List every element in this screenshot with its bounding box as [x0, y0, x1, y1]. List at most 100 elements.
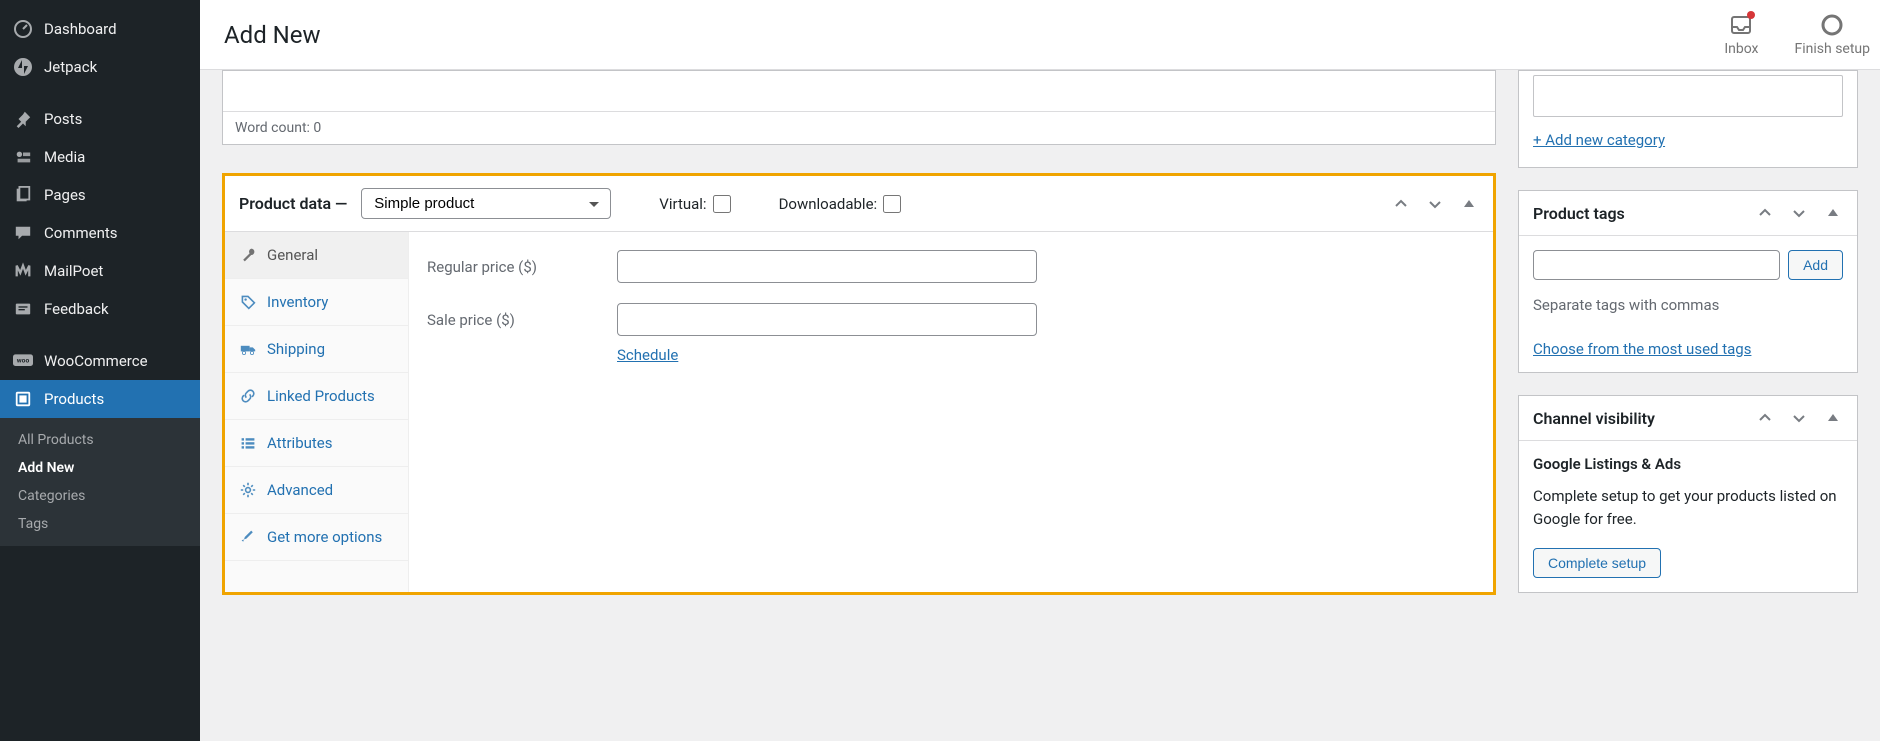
- product-data-tabs: General Inventory Shipping: [225, 232, 409, 592]
- downloadable-checkbox[interactable]: [883, 195, 901, 213]
- panel-down-icon[interactable]: [1789, 203, 1809, 223]
- add-new-category-link[interactable]: + Add new category: [1533, 131, 1665, 149]
- product-data-panel: Product data — Simple product Virtual:: [222, 173, 1496, 595]
- panel-up-icon[interactable]: [1391, 194, 1411, 214]
- product-categories-postbox: + Add new category: [1518, 70, 1858, 168]
- svg-text:woo: woo: [17, 357, 30, 365]
- circle-icon: [1820, 13, 1844, 37]
- comment-icon: [12, 222, 34, 244]
- channel-visibility-postbox: Channel visibility Google Listings & Ads…: [1518, 395, 1858, 593]
- tab-advanced[interactable]: Advanced: [225, 467, 408, 514]
- inbox-button[interactable]: Inbox: [1724, 13, 1758, 57]
- sidebar-label: Feedback: [44, 300, 109, 318]
- sidebar-sub-add-new[interactable]: Add New: [0, 454, 200, 482]
- mailpoet-icon: [12, 260, 34, 282]
- sidebar-sub-categories[interactable]: Categories: [0, 482, 200, 510]
- sidebar-label: Media: [44, 148, 85, 166]
- inbox-icon: [1729, 13, 1753, 37]
- tab-shipping[interactable]: Shipping: [225, 326, 408, 373]
- sale-price-input[interactable]: [617, 303, 1037, 336]
- product-tags-title: Product tags: [1533, 204, 1755, 223]
- regular-price-label: Regular price ($): [427, 250, 617, 276]
- product-tags-postbox: Product tags Add Separate tags with comm: [1518, 190, 1858, 373]
- finish-setup-button[interactable]: Finish setup: [1795, 13, 1871, 57]
- link-icon: [239, 387, 257, 405]
- google-listings-desc: Complete setup to get your products list…: [1533, 485, 1843, 530]
- page-title: Add New: [224, 21, 1724, 49]
- sidebar-label: Jetpack: [44, 58, 97, 76]
- schedule-link[interactable]: Schedule: [617, 346, 678, 364]
- wrench-icon: [239, 246, 257, 264]
- virtual-checkbox-label[interactable]: Virtual:: [659, 195, 730, 213]
- jetpack-icon: [12, 56, 34, 78]
- finish-setup-label: Finish setup: [1795, 41, 1871, 57]
- sidebar-item-comments[interactable]: Comments: [0, 214, 200, 252]
- editor-box: Word count: 0: [222, 70, 1496, 145]
- add-tag-button[interactable]: Add: [1788, 250, 1843, 280]
- tab-linked-products[interactable]: Linked Products: [225, 373, 408, 420]
- products-icon: [12, 388, 34, 410]
- media-icon: [12, 146, 34, 168]
- pin-icon: [12, 108, 34, 130]
- panel-toggle-icon[interactable]: [1823, 203, 1843, 223]
- sidebar-label: Comments: [44, 224, 118, 242]
- woocommerce-icon: woo: [12, 350, 34, 372]
- sidebar-item-woocommerce[interactable]: woo WooCommerce: [0, 342, 200, 380]
- tab-general[interactable]: General: [225, 232, 408, 279]
- tag-icon: [239, 293, 257, 311]
- panel-down-icon[interactable]: [1789, 408, 1809, 428]
- editor-body[interactable]: [223, 71, 1495, 111]
- sidebar-submenu-products: All Products Add New Categories Tags: [0, 418, 200, 546]
- google-listings-title: Google Listings & Ads: [1533, 455, 1843, 473]
- sidebar-label: Products: [44, 390, 104, 408]
- admin-sidebar: Dashboard Jetpack Posts Media Pages Comm…: [0, 0, 200, 741]
- choose-tags-link[interactable]: Choose from the most used tags: [1533, 340, 1751, 358]
- sidebar-item-mailpoet[interactable]: MailPoet: [0, 252, 200, 290]
- tab-get-more-options[interactable]: Get more options: [225, 514, 408, 561]
- complete-setup-button[interactable]: Complete setup: [1533, 548, 1661, 578]
- virtual-text: Virtual:: [659, 195, 706, 213]
- regular-price-input[interactable]: [617, 250, 1037, 283]
- sidebar-label: Pages: [44, 186, 86, 204]
- editor-word-count: Word count: 0: [223, 111, 1495, 144]
- sidebar-item-jetpack[interactable]: Jetpack: [0, 48, 200, 86]
- panel-up-icon[interactable]: [1755, 203, 1775, 223]
- panel-toggle-icon[interactable]: [1823, 408, 1843, 428]
- sidebar-label: MailPoet: [44, 262, 103, 280]
- sidebar-label: WooCommerce: [44, 352, 148, 370]
- product-data-title: Product data —: [239, 194, 347, 213]
- product-type-select[interactable]: Simple product: [361, 188, 611, 219]
- topbar: Add New Inbox Finish setup: [200, 0, 1880, 70]
- sidebar-item-feedback[interactable]: Feedback: [0, 290, 200, 328]
- sale-price-label: Sale price ($): [427, 303, 617, 329]
- sidebar-item-dashboard[interactable]: Dashboard: [0, 10, 200, 48]
- sidebar-item-products[interactable]: Products: [0, 380, 200, 418]
- brush-icon: [239, 528, 257, 546]
- list-icon: [239, 434, 257, 452]
- sidebar-sub-all-products[interactable]: All Products: [0, 426, 200, 454]
- sidebar-label: Posts: [44, 110, 82, 128]
- tag-input[interactable]: [1533, 250, 1780, 280]
- tab-attributes[interactable]: Attributes: [225, 420, 408, 467]
- feedback-icon: [12, 298, 34, 320]
- dashboard-icon: [12, 18, 34, 40]
- category-select-placeholder[interactable]: [1533, 75, 1843, 117]
- general-panel: Regular price ($) Sale price ($) Schedul…: [409, 232, 1493, 592]
- truck-icon: [239, 340, 257, 358]
- tab-inventory[interactable]: Inventory: [225, 279, 408, 326]
- panel-toggle-icon[interactable]: [1459, 194, 1479, 214]
- downloadable-checkbox-label[interactable]: Downloadable:: [779, 195, 902, 213]
- downloadable-text: Downloadable:: [779, 195, 878, 213]
- inbox-label: Inbox: [1724, 41, 1758, 57]
- sidebar-item-media[interactable]: Media: [0, 138, 200, 176]
- channel-visibility-title: Channel visibility: [1533, 409, 1755, 428]
- virtual-checkbox[interactable]: [713, 195, 731, 213]
- sidebar-item-posts[interactable]: Posts: [0, 100, 200, 138]
- panel-up-icon[interactable]: [1755, 408, 1775, 428]
- pages-icon: [12, 184, 34, 206]
- notification-dot-icon: [1747, 11, 1755, 19]
- panel-down-icon[interactable]: [1425, 194, 1445, 214]
- gear-icon: [239, 481, 257, 499]
- sidebar-sub-tags[interactable]: Tags: [0, 510, 200, 538]
- sidebar-item-pages[interactable]: Pages: [0, 176, 200, 214]
